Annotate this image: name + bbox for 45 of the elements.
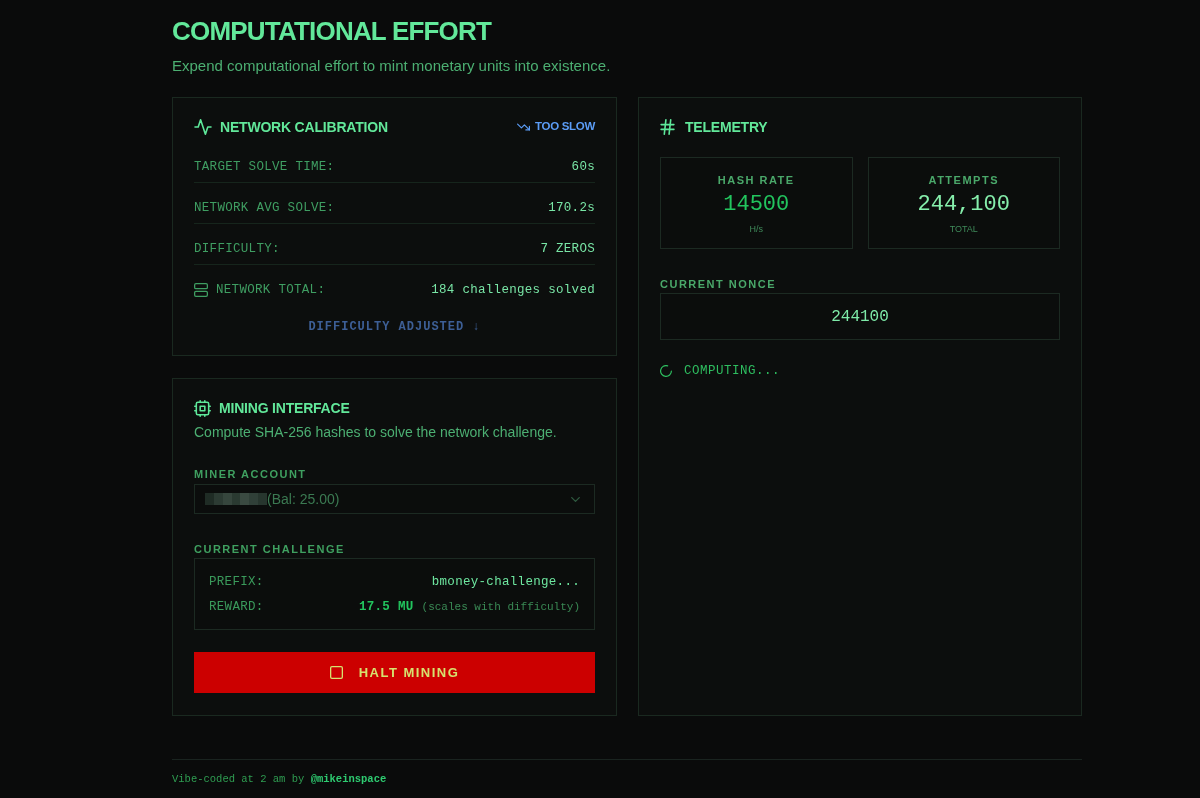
row-label: DIFFICULTY:	[194, 241, 280, 257]
halt-mining-button[interactable]: HALT MINING	[194, 652, 595, 693]
stat-value: 14500	[723, 192, 790, 218]
card-title: NETWORK CALIBRATION	[220, 118, 388, 137]
nonce-value: 244100	[831, 306, 889, 328]
field-label: MINER ACCOUNT	[194, 467, 308, 481]
difficulty-adjusted-note: DIFFICULTY ADJUSTED ↓	[307, 319, 482, 335]
trending-down-icon	[517, 123, 530, 131]
cpu-icon	[194, 399, 211, 417]
challenge-value: bmoney-challenge...	[431, 574, 580, 590]
stop-square-icon	[329, 666, 343, 679]
stat-unit: TOTAL	[949, 223, 978, 235]
footer-credit: Vibe-coded at 2 am by @mikeinspace	[172, 772, 388, 786]
redacted-block	[205, 493, 267, 505]
chevron-down-icon	[571, 496, 580, 502]
activity-icon	[194, 119, 212, 135]
mining-status: COMPUTING...	[684, 363, 780, 379]
stat-unit: H/s	[749, 223, 763, 235]
spinner-icon	[660, 365, 672, 377]
reward-note: (scales with difficulty)	[421, 600, 580, 615]
row-label: NETWORK TOTAL:	[216, 282, 326, 298]
page-title: COMPUTATIONAL EFFORT	[172, 15, 493, 48]
account-select[interactable]: (Bal: 25.00)	[194, 484, 595, 514]
field-label: CURRENT CHALLENGE	[194, 542, 346, 556]
row-value: 170.2s	[548, 200, 595, 216]
stat-label: HASH RATE	[717, 173, 795, 187]
field-label: CURRENT NONCE	[660, 277, 778, 291]
challenge-label: REWARD:	[209, 599, 264, 615]
hash-icon	[660, 119, 675, 135]
reward-value: 17.5 MU	[358, 599, 414, 615]
card-title: TELEMETRY	[685, 118, 768, 137]
author-link[interactable]: @mikeinspace	[310, 773, 387, 785]
row-label: TARGET SOLVE TIME:	[194, 159, 335, 175]
row-label: NETWORK AVG SOLVE:	[194, 200, 335, 216]
stat-label: ATTEMPTS	[928, 173, 999, 187]
server-icon	[194, 283, 208, 297]
card-description: Compute SHA-256 hashes to solve the network challenge.	[194, 423, 558, 442]
row-value: 184 challenges solved	[431, 282, 595, 298]
stat-value: 244,100	[917, 192, 1010, 218]
page-subtitle: Expend computational effort to mint monetary units into existence.	[172, 56, 612, 76]
card-title: MINING INTERFACE	[219, 399, 350, 418]
challenge-label: PREFIX:	[209, 574, 264, 590]
speed-status: TOO SLOW	[535, 119, 595, 135]
row-value: 60s	[571, 159, 595, 175]
row-value: 7 ZEROS	[540, 241, 595, 257]
